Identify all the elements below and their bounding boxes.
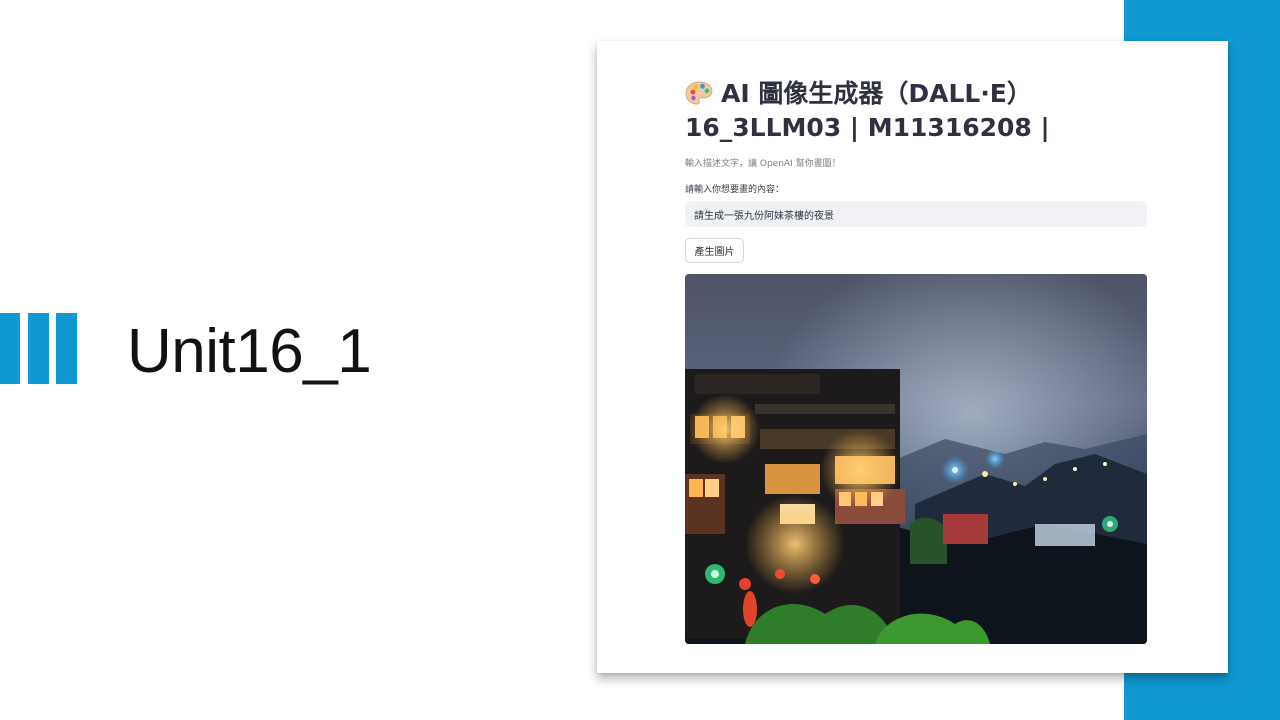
artist-palette-icon: [685, 81, 713, 105]
prompt-input[interactable]: [685, 201, 1147, 227]
app-screenshot: AI 圖像生成器（DALL·E） 16_3LLM03 | M11316208 |…: [597, 41, 1228, 673]
app-caption: 輸入描述文字，讓 OpenAI 幫你畫圖！: [685, 159, 841, 169]
slide: Unit16_1 AI 圖像生成器（DALL·E） 16_3LLM03 | M1…: [0, 0, 1280, 720]
app-title-text: AI 圖像生成器（DALL·E）: [721, 79, 1032, 108]
app-title-line-1: AI 圖像生成器（DALL·E）: [685, 77, 1205, 111]
app-title: AI 圖像生成器（DALL·E） 16_3LLM03 | M11316208 |: [685, 77, 1205, 145]
accent-bar: [56, 313, 77, 384]
generated-image: [685, 274, 1147, 644]
slide-title: Unit16_1: [127, 317, 372, 386]
prompt-label: 請輸入你想要畫的內容：: [685, 185, 785, 195]
accent-bar: [0, 313, 20, 384]
app-title-line-2: 16_3LLM03 | M11316208 |: [685, 113, 1050, 142]
generate-image-button[interactable]: 產生圖片: [685, 238, 744, 263]
accent-bar: [28, 313, 49, 384]
